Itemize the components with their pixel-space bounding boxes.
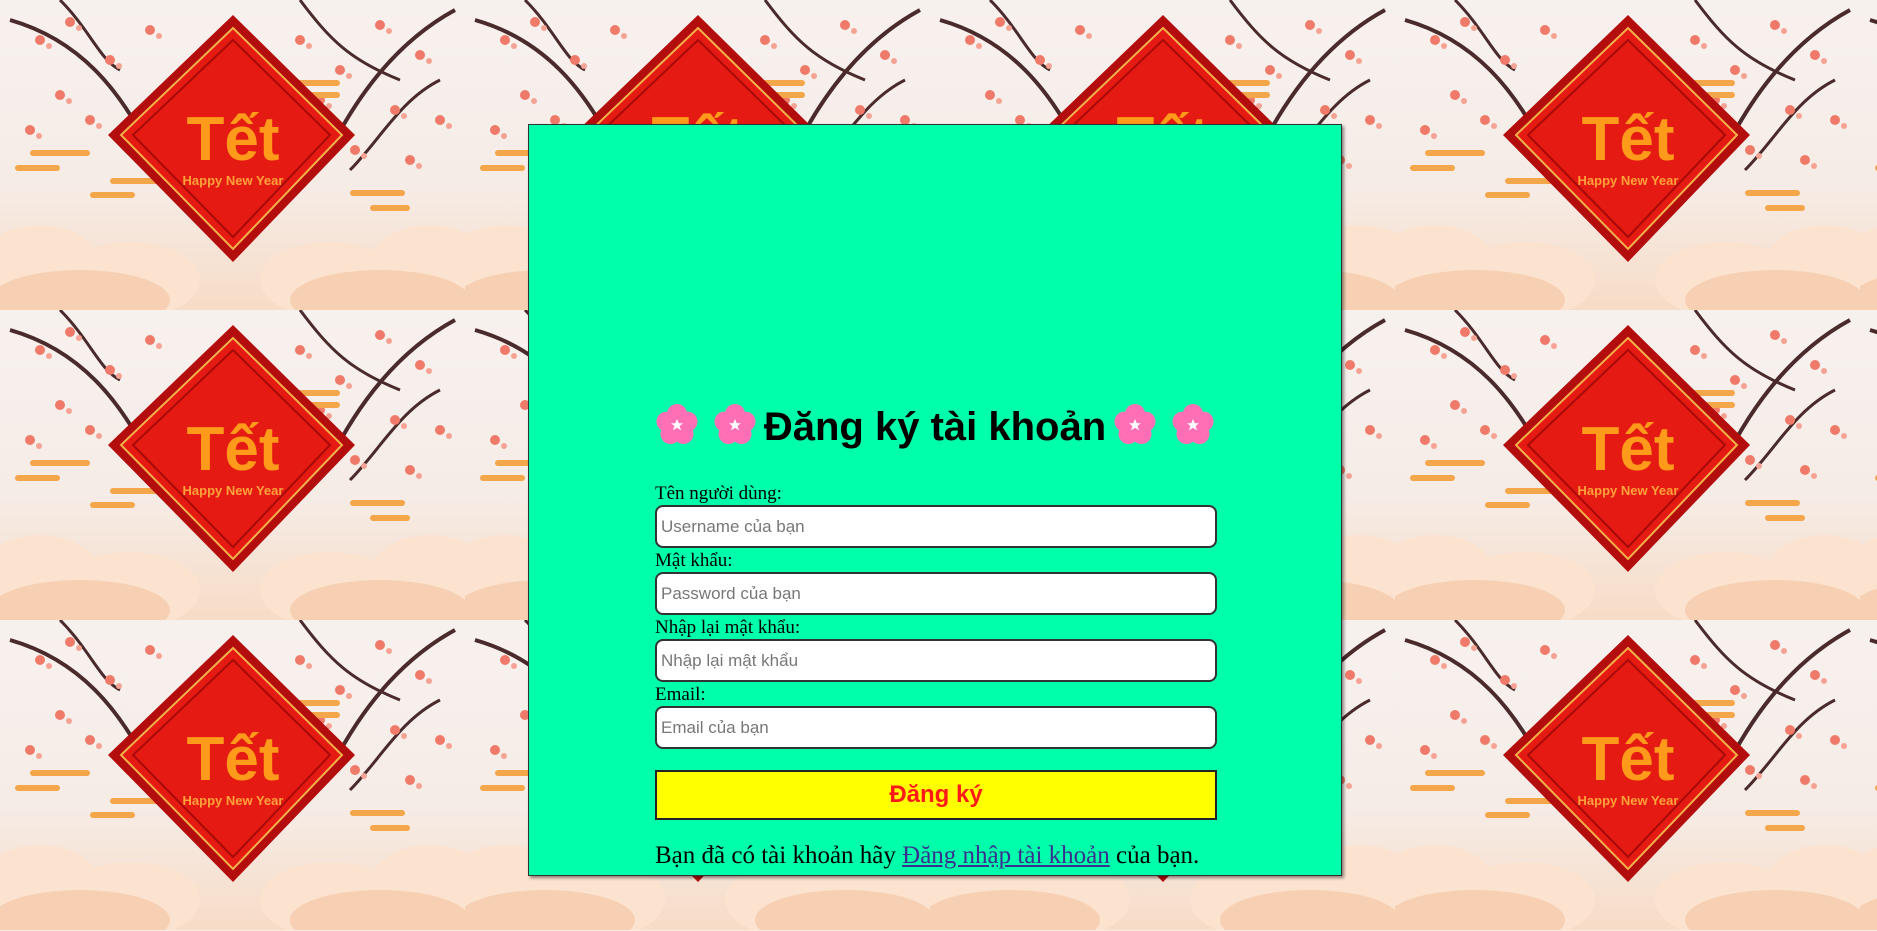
tet-tile: Tết Happy New Year xyxy=(0,0,465,310)
tet-tile: Tết Happy New Year xyxy=(1395,310,1860,620)
tet-tile: Tết Happy New Year xyxy=(0,620,465,930)
happy-new-year-label: Happy New Year xyxy=(183,793,284,808)
tet-tile: Tết Happy New Year xyxy=(1395,0,1860,310)
flower-icon xyxy=(712,402,758,448)
confirm-password-label: Nhập lại mật khẩu: xyxy=(655,617,801,638)
tet-label: Tết xyxy=(187,725,280,794)
tet-tile: Tết Happy New Year xyxy=(0,310,465,620)
login-prompt-prefix: Bạn đã có tài khoản hãy xyxy=(655,842,903,869)
email-input[interactable] xyxy=(655,706,1217,749)
confirm-password-input[interactable] xyxy=(655,639,1217,682)
page-title: Đăng ký tài khoản xyxy=(763,405,1107,449)
username-label: Tên người dùng: xyxy=(655,483,782,504)
login-prompt: Bạn đã có tài khoản hãy Đăng nhập tài kh… xyxy=(655,842,1217,870)
tet-tile: Tết Happy New Year xyxy=(1860,310,1877,620)
login-link[interactable]: Đăng nhập tài khoản xyxy=(902,842,1110,869)
tet-label: Tết xyxy=(1582,725,1675,794)
happy-new-year-label: Happy New Year xyxy=(183,173,284,188)
flower-icon xyxy=(1112,402,1158,448)
register-panel: Đăng ký tài khoản Tên người dùng: Mật kh… xyxy=(528,124,1342,876)
login-prompt-suffix: của bạn. xyxy=(1109,842,1200,869)
tet-label: Tết xyxy=(1582,105,1675,174)
happy-new-year-label: Happy New Year xyxy=(1578,483,1679,498)
tet-tile: Tết Happy New Year xyxy=(1860,0,1877,310)
tet-tile: Tết Happy New Year xyxy=(1395,620,1860,930)
register-button[interactable]: Đăng ký xyxy=(655,770,1217,820)
tet-label: Tết xyxy=(1582,415,1675,484)
password-label: Mật khẩu: xyxy=(655,550,733,571)
username-input[interactable] xyxy=(655,505,1217,548)
happy-new-year-label: Happy New Year xyxy=(183,483,284,498)
tet-label: Tết xyxy=(187,105,280,174)
happy-new-year-label: Happy New Year xyxy=(1578,793,1679,808)
email-label: Email: xyxy=(655,684,706,705)
flower-icon xyxy=(1170,402,1216,448)
flower-icon xyxy=(654,402,700,448)
tet-tile: Tết Happy New Year xyxy=(1860,620,1877,930)
page-title-row: Đăng ký tài khoản xyxy=(529,402,1341,452)
register-form: Tên người dùng: Mật khẩu: Nhập lại mật k… xyxy=(655,483,1217,870)
happy-new-year-label: Happy New Year xyxy=(1578,173,1679,188)
tet-label: Tết xyxy=(187,415,280,484)
password-input[interactable] xyxy=(655,572,1217,615)
